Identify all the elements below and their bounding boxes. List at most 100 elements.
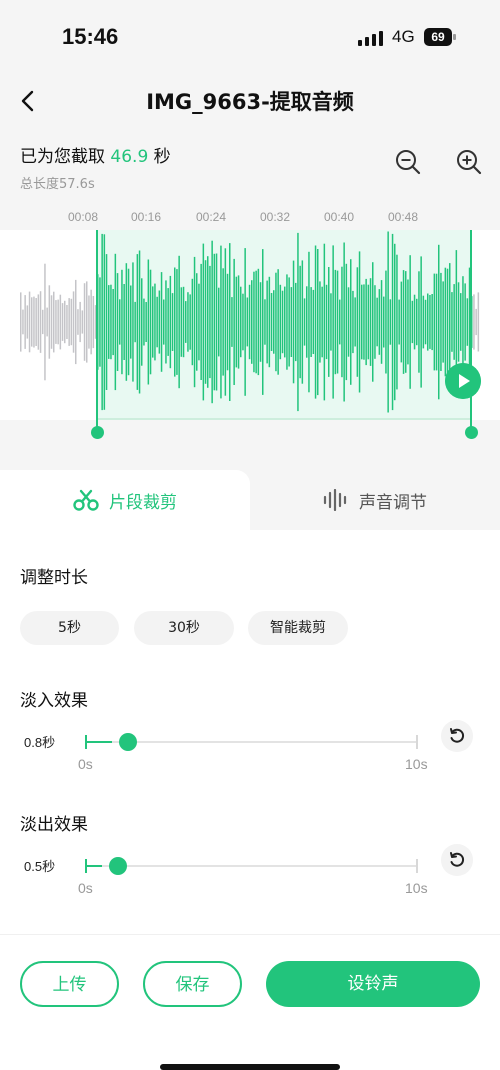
waveform-bar xyxy=(314,245,317,399)
waveform-bar xyxy=(374,285,376,359)
home-indicator xyxy=(160,1064,340,1070)
waveform-bar xyxy=(275,272,277,372)
waveform-bar xyxy=(50,295,53,349)
waveform-bar xyxy=(345,263,348,381)
waveform-bar xyxy=(196,273,198,371)
waveform-bar xyxy=(101,233,103,411)
waveform-bar xyxy=(295,282,297,362)
duration-5s-button[interactable]: 5秒 xyxy=(20,611,119,645)
signal-icon xyxy=(358,30,384,46)
waveform-bar xyxy=(185,301,187,343)
waveform-bar xyxy=(462,276,464,368)
waveform-bar xyxy=(279,284,282,360)
waveform-bar xyxy=(255,270,257,374)
zoom-out-icon[interactable] xyxy=(394,148,422,176)
waveform-bar xyxy=(288,277,290,367)
waveform-bar xyxy=(457,282,460,362)
waveform-bar xyxy=(270,293,273,351)
waveform-bar xyxy=(303,298,306,346)
clip-suffix: 秒 xyxy=(153,147,171,167)
fade-out-thumb[interactable] xyxy=(108,857,127,875)
waveform-bar xyxy=(213,253,216,391)
waveform-bar xyxy=(92,296,95,349)
waveform-bar xyxy=(323,243,326,401)
waveform-bar xyxy=(444,267,447,377)
fade-out-reset-icon[interactable] xyxy=(441,844,473,876)
waveform-bar xyxy=(200,263,202,380)
duration-30s-button[interactable]: 30秒 xyxy=(134,611,234,645)
waveform-bar xyxy=(257,268,260,376)
waveform-bar xyxy=(290,287,293,357)
tab-trim[interactable]: 片段裁剪 xyxy=(0,470,250,530)
ruler-label: 00:24 xyxy=(195,210,227,224)
waveform-bar xyxy=(193,256,196,388)
fade-out-min: 0s xyxy=(78,880,93,896)
waveform-bar xyxy=(156,296,158,348)
save-button[interactable]: 保存 xyxy=(143,961,242,1007)
selection-start-handle[interactable] xyxy=(91,426,104,439)
waveform-bar xyxy=(244,248,246,396)
selection-end-handle[interactable] xyxy=(465,426,478,439)
set-ringtone-button[interactable]: 设铃声 xyxy=(266,961,480,1007)
battery-level: 69 xyxy=(431,30,445,44)
waveform-bar xyxy=(376,297,378,347)
waveform-bar xyxy=(224,248,227,396)
waveform[interactable] xyxy=(0,230,500,420)
status-bar: 15:46 4G 69 xyxy=(0,0,500,76)
smart-trim-button[interactable]: 智能裁剪 xyxy=(248,611,348,645)
waveform-bar xyxy=(262,249,264,395)
waveform-bar xyxy=(226,273,229,371)
waveform-bar xyxy=(174,267,176,377)
waveform-bar xyxy=(396,254,398,390)
waveform-bar xyxy=(154,283,156,361)
selection-end-line xyxy=(470,230,472,434)
waveform-bar xyxy=(416,298,418,346)
waveform-bar xyxy=(77,309,79,335)
zoom-in-icon[interactable] xyxy=(455,148,483,176)
waveform-bar xyxy=(383,296,385,348)
waveform-bar xyxy=(411,300,414,344)
ruler-label: 00:08 xyxy=(67,210,99,224)
waveform-bar xyxy=(477,292,480,352)
fade-out-track[interactable] xyxy=(85,865,417,867)
waveform-bar xyxy=(204,260,207,384)
tab-bar: 片段裁剪 声音调节 xyxy=(0,470,500,530)
fade-in-max: 10s xyxy=(405,756,428,772)
waveform-bar xyxy=(420,256,422,388)
waveform-bar xyxy=(284,286,286,358)
selection-start-line xyxy=(96,230,98,434)
waveform-bar xyxy=(424,299,427,345)
waveform-bar xyxy=(242,293,244,351)
fade-in-reset-icon[interactable] xyxy=(441,720,473,752)
waveform-bar xyxy=(385,270,387,374)
waveform-bar xyxy=(286,274,288,370)
waveform-bar xyxy=(165,280,167,364)
nav-bar: IMG_9663-提取音频 xyxy=(0,76,500,126)
play-button[interactable] xyxy=(445,363,481,399)
waveform-bar xyxy=(61,303,64,341)
waveform-bar xyxy=(130,285,132,359)
fade-in-slider: 0.8秒 0s 10s xyxy=(0,720,500,802)
waveform-bar xyxy=(281,290,284,354)
waveform-bar xyxy=(427,293,429,351)
waveform-bar xyxy=(240,286,242,358)
scissors-icon xyxy=(73,489,99,511)
network-type: 4G xyxy=(392,27,415,46)
waveform-bar xyxy=(231,297,233,347)
waveform-bar xyxy=(319,281,321,363)
waveform-bar xyxy=(449,263,451,381)
upload-button[interactable]: 上传 xyxy=(20,961,119,1007)
waveform-bar xyxy=(103,234,106,410)
divider xyxy=(0,934,500,935)
waveform-bar xyxy=(248,284,251,360)
waveform-bar xyxy=(336,270,339,374)
waveform-bar xyxy=(26,305,29,339)
waveform-bar xyxy=(163,299,165,345)
audio-levels-icon xyxy=(323,489,347,511)
tab-sound[interactable]: 声音调节 xyxy=(250,470,500,530)
clip-prefix: 已为您截取 xyxy=(20,147,105,167)
fade-in-thumb[interactable] xyxy=(118,733,137,751)
waveform-bars xyxy=(20,231,480,413)
fade-out-title: 淡出效果 xyxy=(20,815,88,835)
waveform-bar xyxy=(292,260,295,384)
